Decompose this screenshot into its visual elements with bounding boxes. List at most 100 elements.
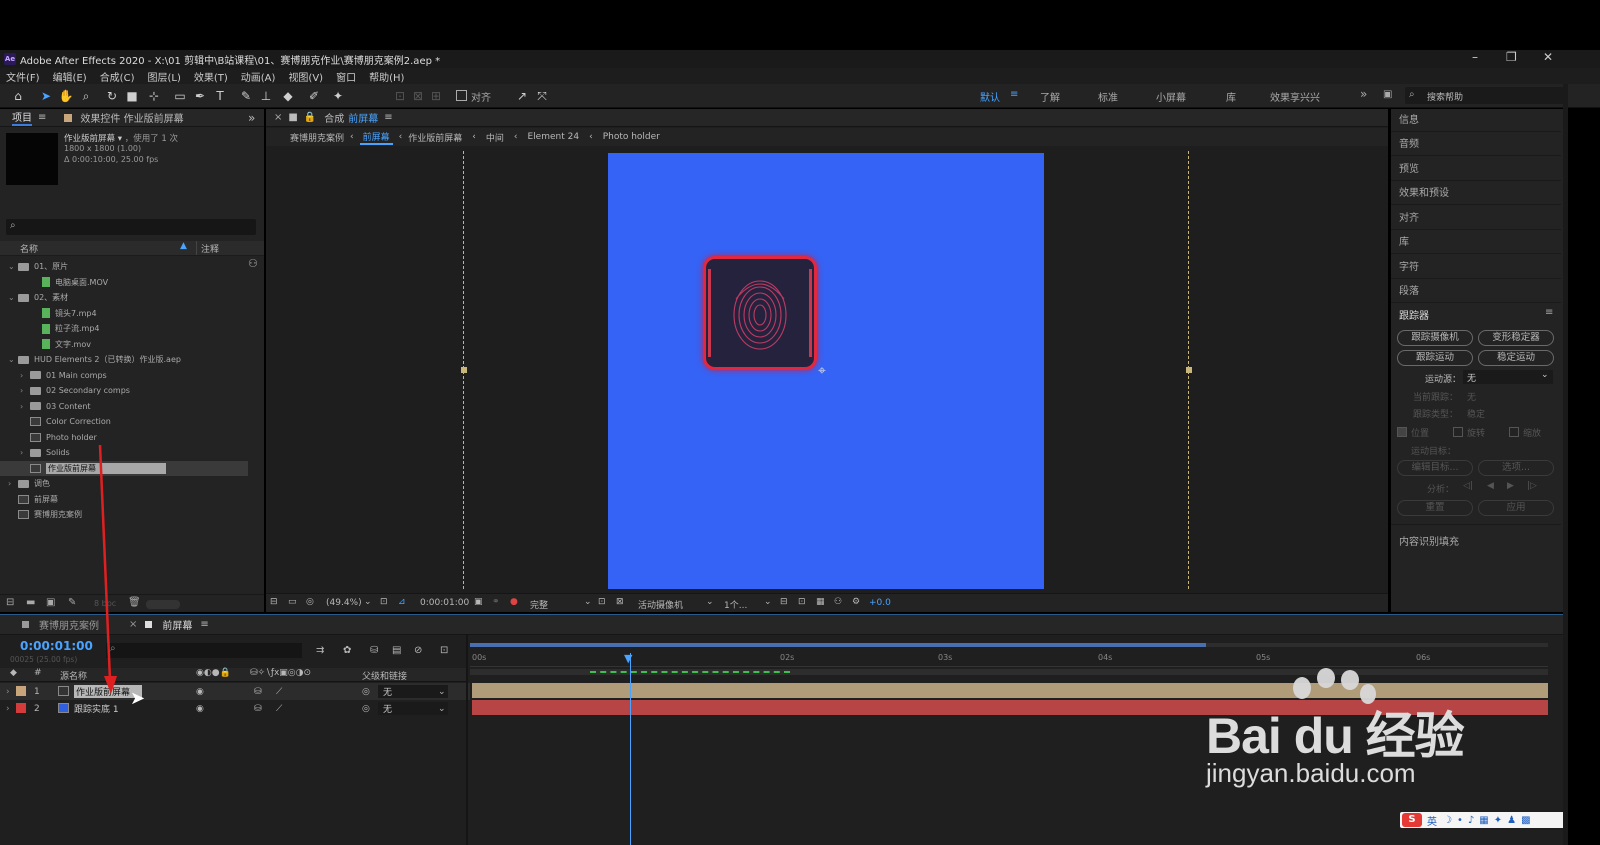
project-tab[interactable]: 项目 — [12, 109, 32, 126]
pen-tool-icon[interactable]: ✒ — [192, 88, 208, 104]
snapshot-camera-icon[interactable]: ▣ — [474, 597, 483, 607]
ime-moon-icon[interactable]: ☽ — [1443, 815, 1452, 826]
current-track-value[interactable]: 无 — [1467, 390, 1476, 403]
ime-punct-icon[interactable]: • — [1457, 815, 1463, 826]
menu-edit[interactable]: 编辑(E) — [53, 69, 87, 84]
effects-control-tab[interactable]: 效果控件 作业版前屏幕 — [80, 110, 183, 125]
draft-3d-icon[interactable]: ✿ — [343, 645, 351, 656]
breadcrumb-front-screen[interactable]: 前屏幕 — [359, 130, 393, 145]
label-column-icon[interactable]: ◆ — [10, 668, 17, 678]
composition-menu-icon[interactable]: ≡ — [384, 112, 392, 123]
eraser-tool-icon[interactable]: ◆ — [280, 88, 296, 104]
work-area-navigator[interactable] — [470, 643, 1548, 647]
apply-button[interactable]: 应用 — [1478, 500, 1554, 516]
ime-shirt-icon[interactable]: ♟ — [1507, 815, 1516, 826]
visibility-eye-icon[interactable]: ◉ — [196, 687, 204, 697]
expand-chevron-icon[interactable]: › — [20, 402, 30, 411]
resolution-chevron-icon[interactable]: ⌄ — [584, 597, 592, 607]
analyze-forward-frame-icon[interactable]: |▷ — [1527, 481, 1537, 491]
expand-chevron-icon[interactable]: › — [20, 448, 30, 457]
close-tab-icon[interactable]: × — [274, 112, 282, 123]
snap-extend-icon[interactable]: ⤧ — [534, 88, 550, 104]
panel-paragraph[interactable]: 段落 — [1399, 282, 1419, 297]
ime-keyboard-icon[interactable]: ▦ — [1479, 815, 1488, 826]
rotation-checkbox[interactable] — [1453, 427, 1463, 437]
menu-view[interactable]: 视图(V) — [288, 69, 323, 84]
menu-effect[interactable]: 效果(T) — [194, 69, 228, 84]
transparency-grid-icon[interactable]: ⊿ — [398, 597, 406, 607]
warp-stabilizer-button[interactable]: 变形稳定器 — [1478, 330, 1554, 346]
expand-chevron-icon[interactable]: › — [20, 386, 30, 395]
ime-language-label[interactable]: 英 — [1427, 813, 1437, 828]
menu-layer[interactable]: 图层(L) — [147, 69, 180, 84]
composition-tab[interactable]: 前屏幕 — [348, 110, 378, 125]
show-snapshot-icon[interactable]: ⚭ — [492, 597, 500, 607]
comp-flowchart-icon[interactable]: ▦ — [816, 597, 825, 607]
minimize-icon[interactable]: – — [1472, 50, 1478, 64]
workspace-overflow-icon[interactable]: » — [1360, 87, 1367, 101]
axis-view-icon[interactable]: ⊞ — [428, 88, 444, 104]
snap-checkbox[interactable] — [456, 90, 467, 101]
panel-audio[interactable]: 音频 — [1399, 135, 1419, 150]
navigator-range[interactable] — [470, 643, 1206, 647]
project-tree-item[interactable]: 文字.mov — [0, 337, 248, 352]
rotate-tool-icon[interactable]: ↻ — [104, 88, 120, 104]
expand-chevron-icon[interactable]: › — [8, 479, 18, 488]
roto-brush-tool-icon[interactable]: ✐ — [306, 88, 322, 104]
breadcrumb-middle[interactable]: 中间 — [486, 131, 504, 144]
timeline-link-icon[interactable]: ⊡ — [798, 597, 806, 607]
panel-preview[interactable]: 预览 — [1399, 160, 1419, 175]
flowchart-icon[interactable]: ⚇ — [248, 257, 258, 270]
layer-name[interactable]: 跟踪实底 1 — [74, 702, 119, 715]
analyze-backward-icon[interactable]: ◁| — [1463, 481, 1473, 491]
project-tree-item[interactable]: › 02 Secondary comps — [0, 383, 248, 398]
region-of-interest-icon[interactable]: ⊡ — [380, 597, 388, 607]
shy-switch-icon[interactable]: ⛁ — [254, 687, 262, 697]
panel-align[interactable]: 对齐 — [1399, 209, 1419, 224]
help-search-input[interactable]: 搜索帮助 — [1427, 90, 1463, 103]
motion-blur-icon[interactable]: ⊘ — [414, 645, 422, 656]
frame-blending-icon[interactable]: ▤ — [392, 645, 401, 656]
clone-stamp-tool-icon[interactable]: ⊥ — [258, 88, 274, 104]
quality-switch-icon[interactable]: ⟋ — [276, 704, 282, 714]
ime-tools-icon[interactable]: ✦ — [1494, 815, 1502, 826]
project-tree-item[interactable]: 电脑桌面.MOV — [0, 275, 248, 290]
quality-switch-icon[interactable]: ⟋ — [276, 687, 282, 697]
project-tree-item[interactable]: ⌄ 02、素材 — [0, 290, 248, 305]
vr-icon[interactable]: ◎ — [306, 597, 314, 607]
menu-animation[interactable]: 动画(A) — [241, 69, 276, 84]
playhead-line[interactable] — [630, 653, 631, 845]
views-dropdown[interactable]: 1个... — [724, 598, 747, 611]
timeline-menu-icon[interactable]: ≡ — [200, 619, 208, 630]
axis-local-icon[interactable]: ⊡ — [392, 88, 408, 104]
text-tool-icon[interactable]: T — [212, 88, 228, 104]
track-type-value[interactable]: 稳定 — [1467, 407, 1485, 420]
menu-help[interactable]: 帮助(H) — [369, 69, 404, 84]
workspace-standard[interactable]: 标准 — [1098, 89, 1118, 104]
playhead-handle-icon[interactable]: ▼ — [624, 652, 632, 665]
help-search-box[interactable]: ⌕ 搜索帮助 — [1405, 87, 1565, 104]
fingerprint-frame[interactable] — [703, 256, 817, 370]
project-tree-item[interactable]: › 03 Content — [0, 399, 248, 414]
brush-tool-icon[interactable]: ✎ — [238, 88, 254, 104]
sogou-ime-icon[interactable]: S — [1402, 813, 1422, 827]
scale-checkbox[interactable] — [1509, 427, 1519, 437]
tab-front-screen[interactable]: 前屏幕 — [162, 617, 192, 632]
column-parent-link[interactable]: 父级和链接 — [362, 669, 407, 682]
options-button[interactable]: 选项... — [1478, 460, 1554, 476]
views-chevron-icon[interactable]: ⌄ — [764, 597, 772, 607]
breadcrumb-photo-holder[interactable]: Photo holder — [603, 132, 660, 142]
interpret-footage-icon[interactable]: ⊟ — [6, 597, 14, 608]
ime-grid-icon[interactable]: ▩ — [1521, 815, 1530, 826]
panel-character[interactable]: 字符 — [1399, 258, 1419, 273]
pick-whip-icon[interactable]: ◎ — [362, 687, 370, 697]
expand-chevron-icon[interactable]: ⌄ — [8, 262, 18, 271]
breadcrumb-homework-screen[interactable]: 作业版前屏幕 — [408, 131, 462, 144]
composition-canvas[interactable]: ⌖ — [608, 153, 1044, 589]
graph-editor-icon[interactable]: ⊡ — [440, 645, 448, 656]
project-tree-item[interactable]: 粒子流.mp4 — [0, 321, 248, 336]
breadcrumb-element-24[interactable]: Element 24 — [528, 132, 580, 142]
motion-source-select[interactable]: 无 ⌄ — [1463, 370, 1553, 384]
project-settings-icon[interactable]: ✎ — [68, 597, 76, 608]
panel-libraries[interactable]: 库 — [1399, 233, 1409, 248]
